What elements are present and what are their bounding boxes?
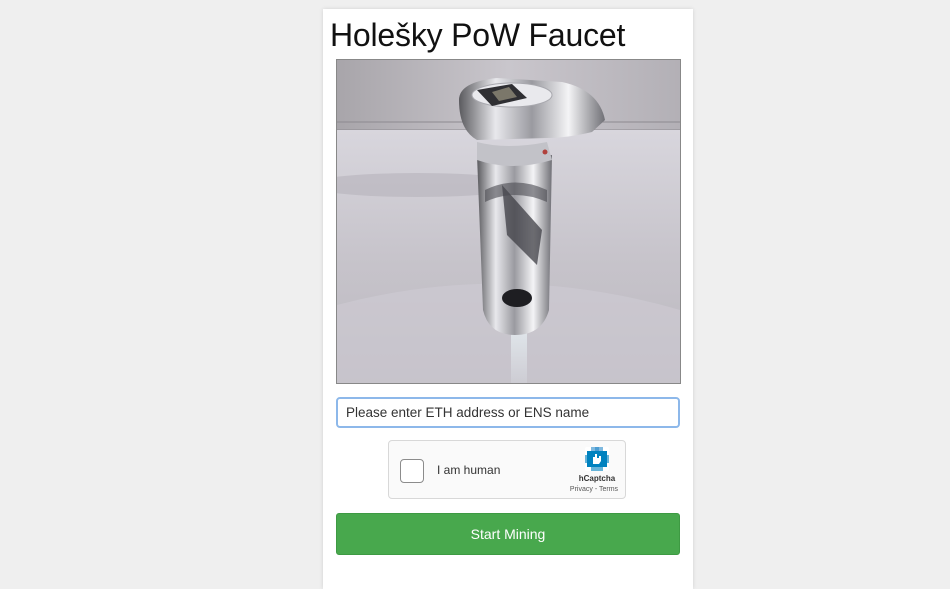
captcha-link-separator: - bbox=[594, 486, 598, 493]
hcaptcha-brand: hCaptcha bbox=[578, 474, 616, 483]
start-mining-button[interactable]: Start Mining bbox=[336, 513, 680, 555]
captcha-label: I am human bbox=[437, 463, 501, 477]
captcha-privacy-link[interactable]: Privacy bbox=[570, 486, 593, 493]
eth-address-input[interactable] bbox=[336, 397, 680, 428]
hcaptcha-widget: I am human hCaptcha Privacy - Terms bbox=[388, 440, 626, 499]
captcha-links: Privacy - Terms bbox=[561, 486, 627, 493]
captcha-checkbox[interactable] bbox=[400, 459, 424, 483]
faucet-image bbox=[336, 59, 681, 384]
faucet-photo bbox=[337, 60, 680, 383]
hcaptcha-hand-icon bbox=[585, 447, 609, 471]
faucet-card: Holešky PoW Faucet Please enter ETH addr… bbox=[323, 9, 693, 589]
captcha-terms-link[interactable]: Terms bbox=[599, 486, 618, 493]
page-title: Holešky PoW Faucet bbox=[330, 17, 626, 53]
